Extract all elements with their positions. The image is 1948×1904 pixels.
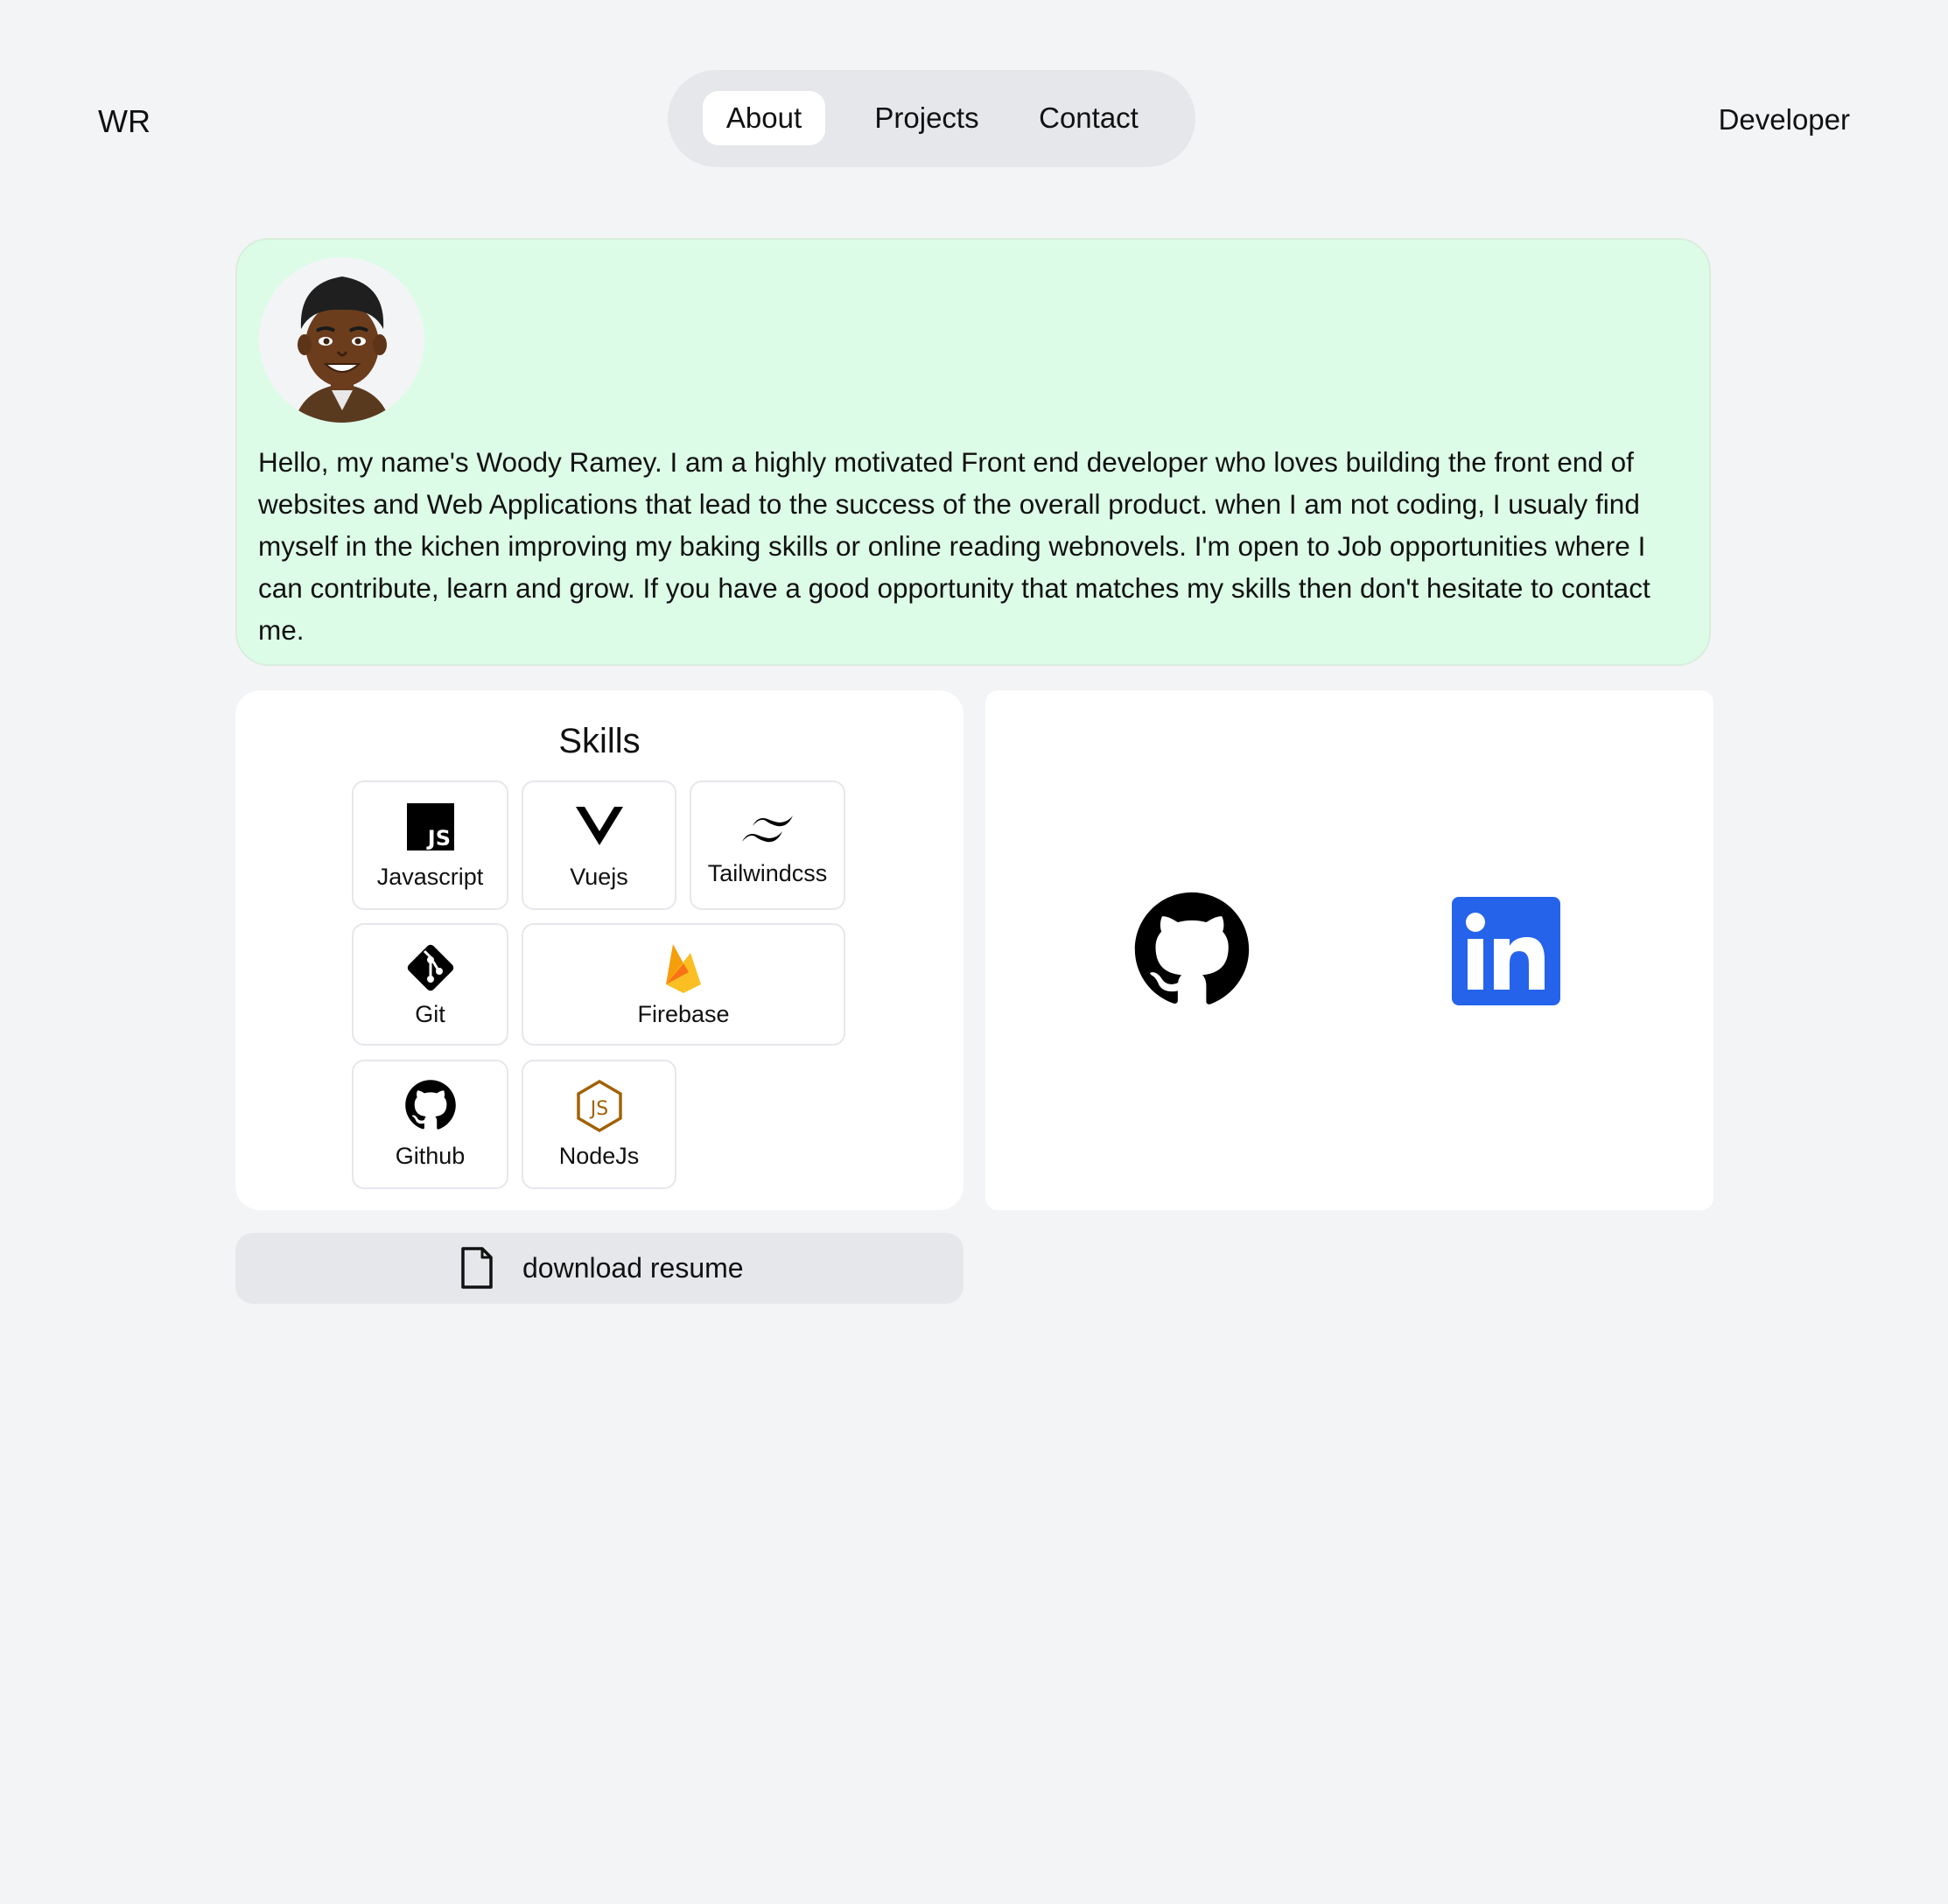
nav-about[interactable]: About	[703, 91, 825, 145]
vuejs-icon	[575, 805, 623, 851]
skills-title: Skills	[558, 722, 641, 760]
skills-card: Skills JS Javascript Vuejs Tailwindcss G…	[235, 690, 963, 1210]
avatar	[259, 257, 424, 423]
skill-javascript: JS Javascript	[352, 780, 508, 910]
nav-projects[interactable]: Projects	[861, 91, 992, 145]
skill-label: Git	[415, 1001, 445, 1027]
skill-label: NodeJs	[558, 1143, 640, 1169]
skill-tailwindcss: Tailwindcss	[690, 780, 845, 910]
linkedin-link[interactable]	[1452, 897, 1560, 1010]
download-resume-label: download resume	[522, 1252, 744, 1284]
main-nav: About Projects Contact	[668, 70, 1195, 167]
github-icon	[1134, 892, 1250, 1004]
bio-text: Hello, my name's Woody Ramey. I am a hig…	[258, 446, 1650, 646]
github-link[interactable]	[1132, 890, 1251, 1013]
about-card: Hello, my name's Woody Ramey. I am a hig…	[235, 238, 1711, 666]
github-icon	[404, 1079, 457, 1136]
git-icon	[402, 939, 459, 1001]
skill-git: Git	[352, 923, 508, 1046]
logo[interactable]: WR	[98, 100, 151, 144]
svg-text:JS: JS	[588, 1098, 607, 1120]
javascript-icon: JS	[406, 803, 454, 855]
skill-github: Github	[352, 1060, 508, 1189]
svg-text:JS: JS	[425, 826, 450, 850]
download-resume-button[interactable]: download resume	[235, 1233, 963, 1304]
skill-label: Javascript	[376, 864, 484, 890]
role-label: Developer	[1718, 103, 1850, 136]
skill-label: Firebase	[637, 1001, 730, 1027]
firebase-icon	[662, 941, 704, 999]
skill-firebase: Firebase	[522, 923, 845, 1046]
nodejs-icon: JS	[575, 1079, 624, 1138]
skill-nodejs: JS NodeJs	[522, 1060, 676, 1189]
linkedin-icon	[1452, 897, 1560, 1005]
tailwindcss-icon	[739, 812, 796, 851]
skill-label: Vuejs	[570, 864, 628, 890]
nav-contact[interactable]: Contact	[1027, 91, 1150, 145]
avatar-illustration-icon	[294, 276, 390, 423]
file-icon	[459, 1245, 494, 1295]
skill-vuejs: Vuejs	[522, 780, 676, 910]
skill-label: Github	[395, 1143, 466, 1169]
skill-label: Tailwindcss	[707, 860, 828, 886]
social-card	[985, 690, 1713, 1210]
